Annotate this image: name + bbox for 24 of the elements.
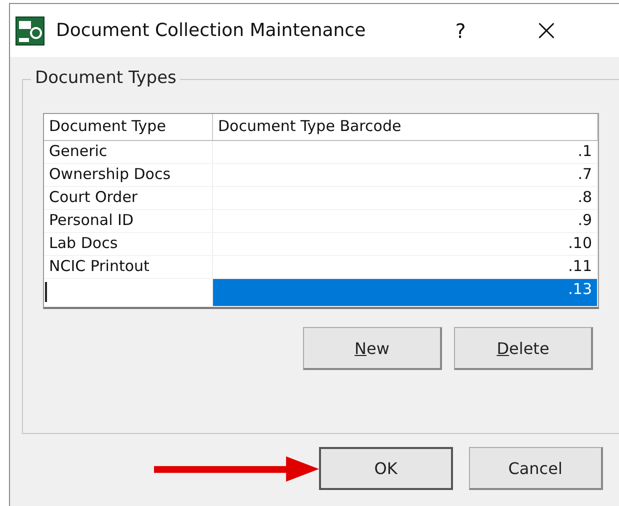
table-cell[interactable]: Court Order: [44, 187, 213, 210]
table-cell[interactable]: Lab Docs: [44, 233, 213, 256]
window-title: Document Collection Maintenance: [56, 20, 366, 41]
table-cell[interactable]: .7: [213, 164, 598, 187]
column-header[interactable]: Document Type Barcode: [213, 114, 598, 141]
table-cell[interactable]: .13: [213, 279, 598, 307]
group-title: Document Types: [31, 68, 180, 88]
table-cell[interactable]: .1: [213, 141, 598, 164]
dialog-button[interactable]: Cancel: [468, 447, 604, 490]
action-button[interactable]: New: [303, 327, 442, 370]
table-cell[interactable]: .8: [213, 187, 598, 210]
table-cell[interactable]: Generic: [44, 141, 213, 164]
table-cell[interactable]: Ownership Docs: [44, 164, 213, 187]
table-cell[interactable]: Personal ID: [44, 210, 213, 233]
column-header[interactable]: Document Type: [44, 114, 213, 141]
table-cell[interactable]: .10: [213, 233, 598, 256]
help-button[interactable]: ?: [455, 18, 466, 42]
app-icon: [15, 16, 45, 46]
text-cursor: [45, 282, 47, 302]
dialog-button[interactable]: OK: [319, 447, 453, 490]
close-button[interactable]: ×: [534, 13, 559, 48]
action-button[interactable]: Delete: [454, 327, 593, 370]
table-cell[interactable]: NCIC Printout: [44, 256, 213, 279]
table-cell[interactable]: .9: [213, 210, 598, 233]
